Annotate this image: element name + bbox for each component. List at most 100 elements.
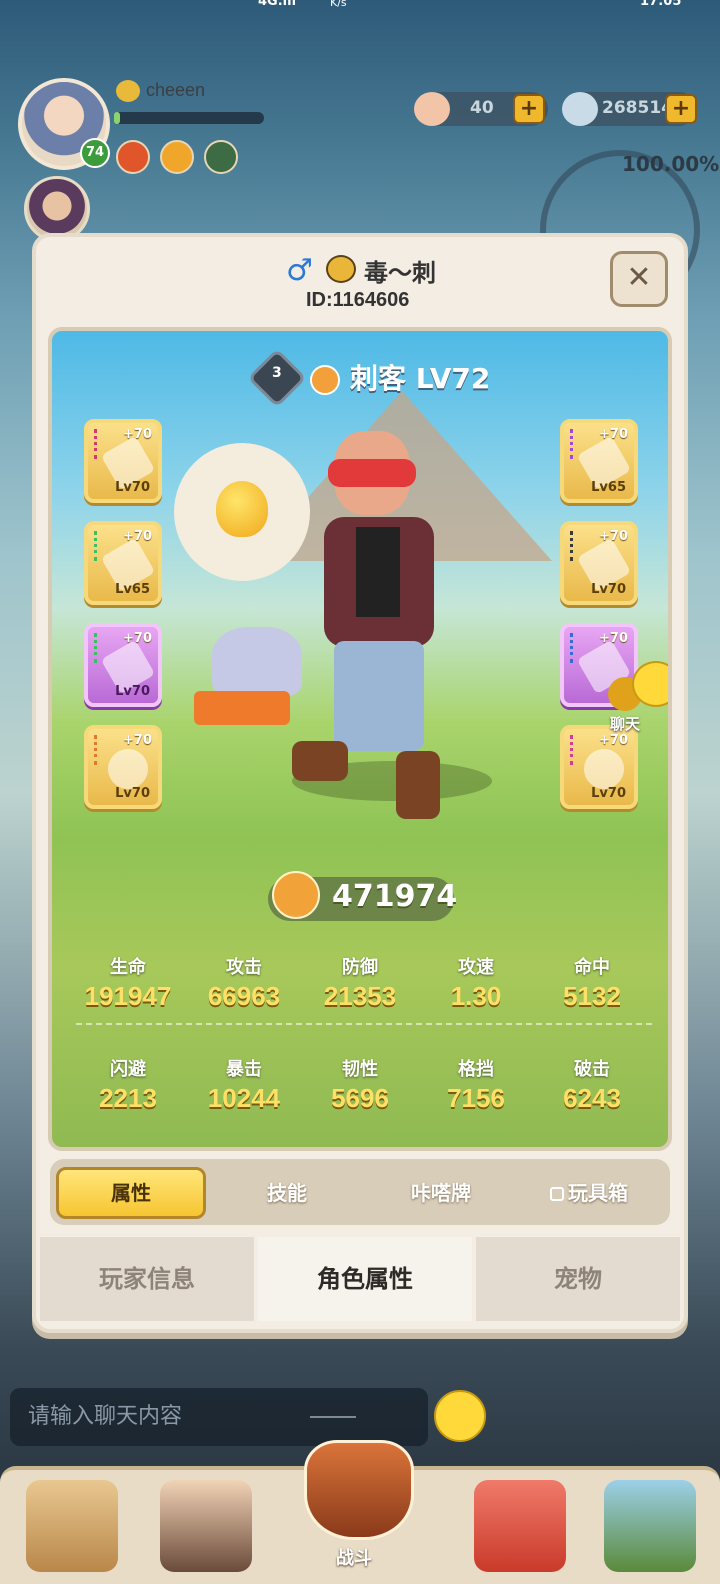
tab-label: 角色属性: [317, 1265, 413, 1293]
item-level: Lv65: [115, 582, 150, 597]
buff-icon[interactable]: [116, 140, 150, 174]
stat-label: 生命: [110, 957, 146, 978]
equip-slot-necklace[interactable]: +70 Lv70: [560, 725, 638, 809]
emoji-button[interactable]: [434, 1390, 486, 1442]
nav-shop-icon[interactable]: [604, 1480, 696, 1572]
enhance-level: +70: [123, 631, 152, 646]
gem-icon: [562, 92, 598, 126]
tab-label: 属性: [111, 1181, 151, 1205]
battle-label: 战斗: [336, 1548, 372, 1569]
smiley-face-icon: [632, 661, 668, 707]
hud-username: cheeen: [146, 80, 206, 100]
enhance-level: +70: [123, 529, 152, 544]
gem-sockets-icon: [570, 735, 578, 765]
enhance-level: +70: [599, 631, 628, 646]
koala-pet[interactable]: [212, 627, 302, 697]
enhance-level: +70: [599, 427, 628, 442]
chat-shortcut[interactable]: 聊天: [608, 661, 668, 737]
shell-count: 40: [470, 98, 494, 118]
class-level-title: 刺客 LV72: [350, 362, 491, 395]
pvp-icon[interactable]: [204, 140, 238, 174]
flexed-arm-icon: [272, 871, 320, 919]
stat-attack: 攻击 66963: [186, 953, 302, 1012]
enhance-level: +70: [599, 529, 628, 544]
stat-penetration: 破击 6243: [534, 1055, 650, 1114]
stat-accuracy: 命中 5132: [534, 953, 650, 1012]
level-badge: 74: [80, 138, 110, 168]
item-level: Lv70: [115, 786, 150, 801]
tab-attributes[interactable]: 属性: [56, 1167, 206, 1219]
gem-sockets-icon: [94, 735, 102, 765]
gem-sockets-icon: [94, 429, 102, 459]
stat-label: 攻速: [458, 957, 494, 978]
hero-pants: [334, 641, 424, 751]
stat-value: 5696: [331, 1083, 389, 1113]
stat-value: 2213: [99, 1083, 157, 1113]
tab-cards[interactable]: 咔嗒牌: [366, 1167, 516, 1219]
gem-sockets-icon: [570, 633, 578, 663]
hero-boot-right: [396, 751, 440, 819]
tab-skills[interactable]: 技能: [212, 1167, 362, 1219]
equip-slot-armor[interactable]: +70 Lv70: [560, 521, 638, 605]
equip-slot-ring[interactable]: +70 Lv70: [84, 725, 162, 809]
exp-bar-fill: [114, 112, 120, 124]
close-button[interactable]: ✕: [610, 251, 668, 307]
item-level: Lv70: [591, 582, 626, 597]
exp-bar: [114, 112, 264, 124]
hero-mask: [328, 459, 416, 487]
emote-icon: [116, 80, 140, 102]
character-scene: 3 刺客 LV72 +70 Lv70 +70 Lv65 +70 Lv70 +70…: [48, 327, 672, 1151]
nav-pet-icon[interactable]: [474, 1480, 566, 1572]
lock-icon: [550, 1187, 564, 1201]
nav-hero-icon[interactable]: [160, 1480, 252, 1572]
stat-dodge: 闪避 2213: [70, 1055, 186, 1114]
tab-toybox[interactable]: 玩具箱: [514, 1167, 664, 1219]
tab-player-info[interactable]: 玩家信息: [40, 1237, 254, 1321]
equip-slot-offhand[interactable]: +70 Lv65: [84, 521, 162, 605]
player-id: ID:1164606: [306, 289, 410, 311]
nav-tribe-icon[interactable]: [26, 1480, 118, 1572]
main-tab-bar: 玩家信息 角色属性 宠物: [40, 1237, 680, 1321]
stat-attack-speed: 攻速 1.30: [418, 953, 534, 1012]
hero-shirt: [356, 527, 400, 617]
gem-count: 268514: [602, 98, 673, 118]
chat-label: 聊天: [610, 715, 641, 733]
equip-slot-secondary-weapon[interactable]: +70 Lv65: [560, 419, 638, 503]
add-gems-button[interactable]: +: [665, 94, 697, 124]
enhance-level: +70: [123, 427, 152, 442]
sub-tab-bar: 属性 技能 咔嗒牌 玩具箱: [50, 1159, 670, 1225]
nav-battle[interactable]: 战斗: [270, 1440, 450, 1584]
add-shells-button[interactable]: +: [513, 94, 545, 124]
equip-slot-gloves[interactable]: +70 Lv70: [84, 623, 162, 707]
tab-label: 宠物: [554, 1265, 602, 1293]
stat-label: 闪避: [110, 1059, 146, 1080]
item-level: Lv70: [115, 480, 150, 495]
network-speed: K/s: [330, 0, 347, 9]
item-level: Lv70: [591, 786, 626, 801]
tab-character-attributes[interactable]: 角色属性: [258, 1237, 472, 1321]
player-name: 毒～刺: [364, 259, 436, 287]
item-level: Lv70: [115, 684, 150, 699]
panel-header: ♂ 毒～刺 ID:1164606 ✕: [36, 237, 684, 327]
chat-input[interactable]: 请输入聊天内容: [10, 1388, 428, 1446]
chat-input-placeholder: 请输入聊天内容: [28, 1404, 183, 1429]
stat-crit: 暴击 10244: [186, 1055, 302, 1114]
golden-fruit-icon: [216, 481, 268, 537]
pet-desk: [194, 691, 290, 725]
equip-slot-weapon[interactable]: +70 Lv70: [84, 419, 162, 503]
tab-label: 咔嗒牌: [411, 1181, 471, 1205]
combat-power-value: 471974: [332, 879, 458, 914]
assassin-class-icon: [310, 365, 340, 395]
stat-label: 攻击: [226, 957, 262, 978]
stat-label: 韧性: [342, 1059, 378, 1080]
stat-value: 1.30: [450, 981, 502, 1011]
enhance-level: +70: [123, 733, 152, 748]
male-gender-icon: ♂: [286, 253, 313, 288]
stat-value: 7156: [447, 1083, 505, 1113]
stat-label: 格挡: [458, 1059, 494, 1080]
title-icon[interactable]: [160, 140, 194, 174]
name-emote-icon: [326, 255, 356, 283]
stat-value: 191947: [84, 981, 172, 1011]
tab-pets[interactable]: 宠物: [476, 1237, 680, 1321]
stat-defense: 防御 21353: [302, 953, 418, 1012]
